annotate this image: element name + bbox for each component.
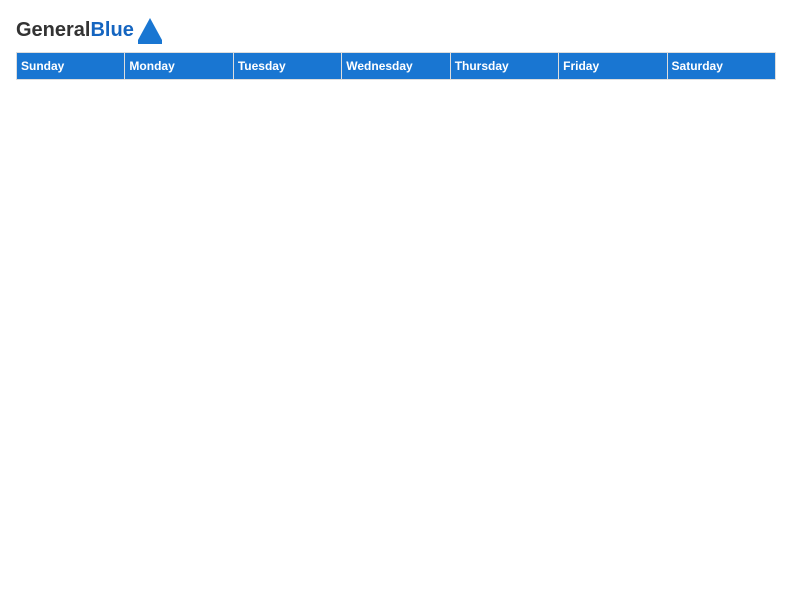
col-friday: Friday xyxy=(559,53,667,80)
logo-general-text: General xyxy=(16,19,90,42)
col-monday: Monday xyxy=(125,53,233,80)
weekday-header-row: Sunday Monday Tuesday Wednesday Thursday… xyxy=(17,53,776,80)
col-sunday: Sunday xyxy=(17,53,125,80)
col-saturday: Saturday xyxy=(667,53,775,80)
logo-blue-text: Blue xyxy=(90,19,133,42)
calendar: Sunday Monday Tuesday Wednesday Thursday… xyxy=(16,52,776,80)
header: General Blue xyxy=(16,16,776,44)
col-thursday: Thursday xyxy=(450,53,558,80)
col-tuesday: Tuesday xyxy=(233,53,341,80)
logo: General Blue xyxy=(16,16,164,44)
logo-icon xyxy=(136,16,164,44)
col-wednesday: Wednesday xyxy=(342,53,450,80)
